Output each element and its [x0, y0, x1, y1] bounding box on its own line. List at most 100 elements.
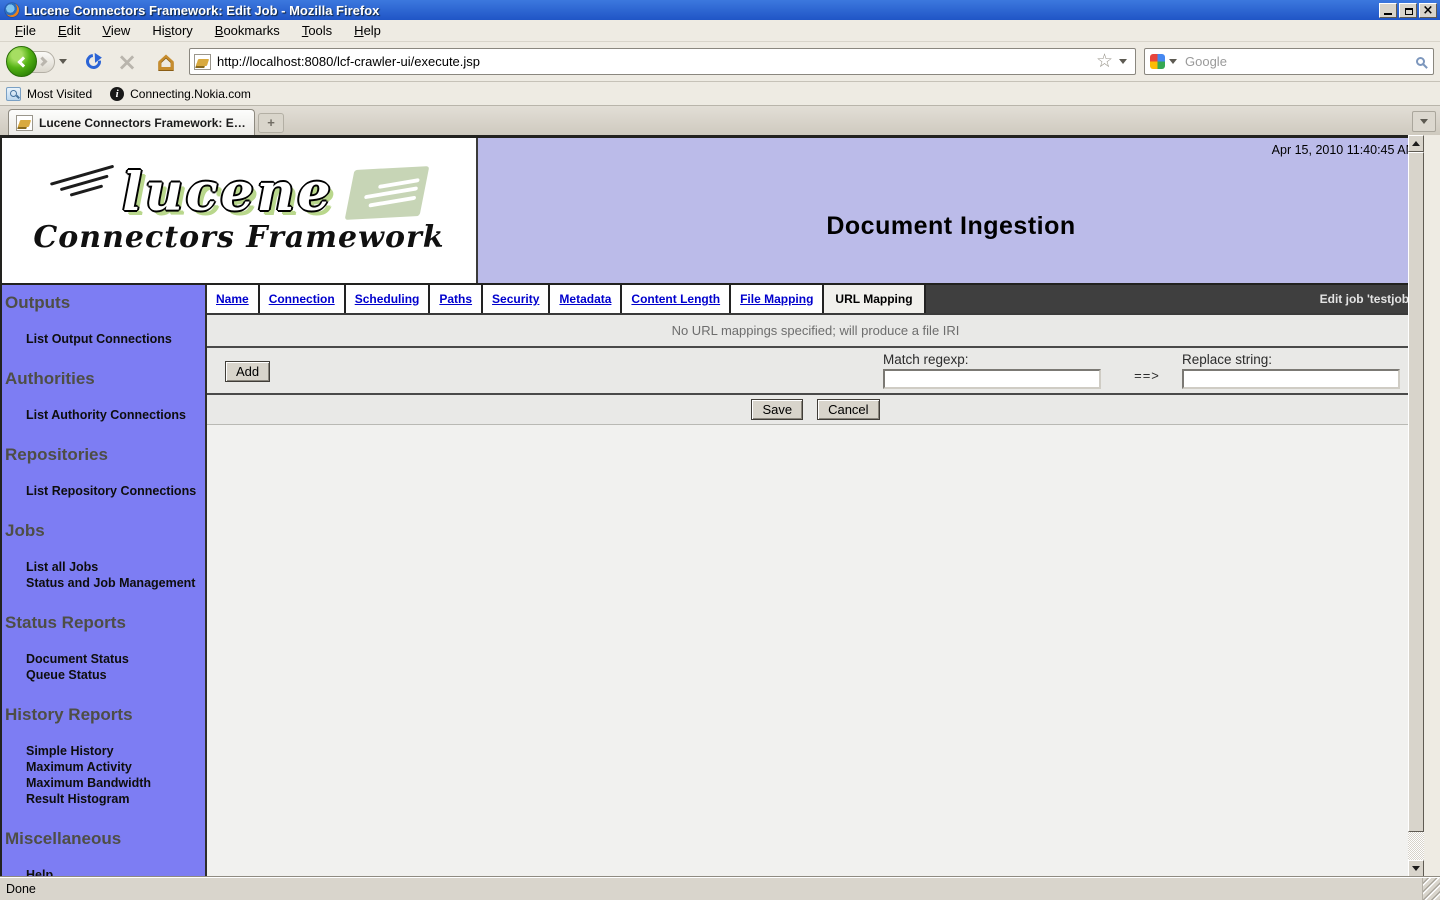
- window-titlebar: Lucene Connectors Framework: Edit Job - …: [0, 0, 1440, 20]
- sidebar-item-list-output-connections[interactable]: List Output Connections: [26, 331, 205, 347]
- tab-link[interactable]: Content Length: [631, 292, 720, 306]
- scrollbar-thumb[interactable]: [1408, 152, 1424, 832]
- back-icon: [17, 56, 28, 67]
- navigation-toolbar: × ⌂ ☆: [0, 42, 1440, 82]
- sidebar: OutputsList Output ConnectionsAuthoritie…: [2, 285, 207, 877]
- menu-view[interactable]: View: [91, 20, 141, 41]
- search-bar[interactable]: [1144, 48, 1434, 75]
- tab-metadata[interactable]: Metadata: [550, 285, 622, 313]
- sidebar-section-status-reports: Status Reports Document StatusQueue Statu…: [2, 612, 205, 683]
- sidebar-section-miscellaneous: MiscellaneousHelp: [2, 828, 205, 877]
- menu-history[interactable]: History: [141, 20, 203, 41]
- bookmark-star-icon[interactable]: ☆: [1096, 52, 1113, 71]
- search-engine-dropdown-icon[interactable]: [1169, 59, 1177, 64]
- tab-favicon: [16, 115, 33, 131]
- sidebar-item-simple-history[interactable]: Simple History: [26, 743, 205, 759]
- google-icon: [1150, 54, 1165, 69]
- lucene-logo: lucene Connectors Framework: [2, 138, 478, 283]
- match-regexp-group: Match regexp:: [883, 352, 1101, 389]
- sidebar-item-help[interactable]: Help: [26, 867, 205, 877]
- home-button[interactable]: ⌂: [151, 47, 181, 77]
- stop-button[interactable]: ×: [113, 48, 141, 76]
- match-regexp-input[interactable]: [883, 369, 1101, 389]
- new-tab-button[interactable]: +: [258, 113, 284, 133]
- sidebar-header: Authorities: [5, 368, 205, 390]
- site-favicon: [194, 54, 211, 70]
- sidebar-item-status-and-job-management[interactable]: Status and Job Management: [26, 575, 205, 591]
- close-button[interactable]: ×: [1419, 3, 1437, 18]
- tab-paths[interactable]: Paths: [430, 285, 483, 313]
- sidebar-item-queue-status[interactable]: Queue Status: [26, 667, 205, 683]
- save-cancel-row: Save Cancel: [207, 395, 1424, 425]
- sidebar-item-list-all-jobs[interactable]: List all Jobs: [26, 559, 205, 575]
- sidebar-header: History Reports: [5, 704, 205, 726]
- save-button[interactable]: Save: [751, 399, 803, 420]
- list-all-tabs-button[interactable]: [1412, 111, 1436, 132]
- replace-string-input[interactable]: [1182, 369, 1400, 389]
- back-button[interactable]: [6, 46, 37, 77]
- bookmark-label: Connecting.Nokia.com: [130, 87, 251, 101]
- status-text: Done: [6, 882, 36, 896]
- tab-link[interactable]: Scheduling: [355, 292, 420, 306]
- tab-scheduling[interactable]: Scheduling: [346, 285, 431, 313]
- page-viewport: lucene Connectors Framework Apr 15, 2010…: [0, 135, 1424, 877]
- search-input[interactable]: [1181, 54, 1416, 69]
- history-dropdown-icon[interactable]: [59, 59, 67, 64]
- sidebar-header: Status Reports: [5, 612, 205, 634]
- replace-string-group: Replace string:: [1182, 352, 1400, 389]
- tab-connection[interactable]: Connection: [260, 285, 346, 313]
- scrollbar-track[interactable]: [1408, 832, 1424, 860]
- menu-tools[interactable]: Tools: [291, 20, 343, 41]
- menu-file[interactable]: File: [4, 20, 47, 41]
- home-icon: ⌂: [157, 49, 176, 75]
- restore-button[interactable]: [1399, 3, 1417, 18]
- search-magnifier-icon[interactable]: [1416, 57, 1425, 66]
- menu-bookmarks[interactable]: Bookmarks: [204, 20, 291, 41]
- window-title: Lucene Connectors Framework: Edit Job - …: [24, 3, 1379, 18]
- add-button[interactable]: Add: [225, 361, 270, 382]
- replace-string-label: Replace string:: [1182, 352, 1400, 367]
- sidebar-item-list-repository-connections[interactable]: List Repository Connections: [26, 483, 205, 499]
- chevron-down-icon: [1420, 119, 1428, 124]
- scroll-down-button[interactable]: [1408, 860, 1424, 877]
- sidebar-item-maximum-activity[interactable]: Maximum Activity: [26, 759, 205, 775]
- tab-link[interactable]: Metadata: [559, 292, 611, 306]
- sidebar-item-document-status[interactable]: Document Status: [26, 651, 205, 667]
- scroll-up-button[interactable]: [1408, 135, 1424, 152]
- sidebar-item-maximum-bandwidth[interactable]: Maximum Bandwidth: [26, 775, 205, 791]
- url-input[interactable]: [211, 54, 1094, 69]
- tab-link[interactable]: Paths: [439, 292, 472, 306]
- tab-link[interactable]: File Mapping: [740, 292, 813, 306]
- bookmark-dropdown-icon[interactable]: [1119, 59, 1127, 64]
- sidebar-section-authorities: Authorities List Authority Connections: [2, 368, 205, 423]
- wing-icon: [50, 165, 119, 201]
- tab-security[interactable]: Security: [483, 285, 550, 313]
- minimize-button[interactable]: [1379, 3, 1397, 18]
- active-browser-tab[interactable]: Lucene Connectors Framework: Edit ...: [8, 109, 255, 135]
- bookmark-label: Most Visited: [27, 87, 92, 101]
- menu-edit[interactable]: Edit: [47, 20, 91, 41]
- tab-content-length[interactable]: Content Length: [622, 285, 731, 313]
- bookmark-most-visited[interactable]: Most Visited: [6, 87, 92, 101]
- sidebar-item-list-authority-connections[interactable]: List Authority Connections: [26, 407, 205, 423]
- menu-bar: FileEditViewHistoryBookmarksToolsHelp: [0, 20, 1440, 42]
- sidebar-header: Jobs: [5, 520, 205, 542]
- most-visited-icon: [6, 87, 21, 101]
- browser-window: Lucene Connectors Framework: Edit Job - …: [0, 0, 1440, 900]
- sidebar-item-result-histogram[interactable]: Result Histogram: [26, 791, 205, 807]
- menu-help[interactable]: Help: [343, 20, 392, 41]
- window-controls: ×: [1379, 3, 1437, 18]
- cancel-button[interactable]: Cancel: [817, 399, 879, 420]
- address-bar[interactable]: ☆: [189, 48, 1136, 75]
- tab-link[interactable]: Name: [216, 292, 249, 306]
- bookmark-nokia[interactable]: i Connecting.Nokia.com: [110, 87, 251, 101]
- vertical-scrollbar[interactable]: [1408, 135, 1424, 877]
- reload-button[interactable]: [79, 48, 107, 76]
- tab-link[interactable]: Connection: [269, 292, 335, 306]
- page-body: OutputsList Output ConnectionsAuthoritie…: [0, 285, 1424, 877]
- tab-name[interactable]: Name: [207, 285, 260, 313]
- tab-file-mapping[interactable]: File Mapping: [731, 285, 824, 313]
- resize-grip[interactable]: [1422, 878, 1440, 900]
- minimize-icon: [1384, 13, 1392, 15]
- tab-link[interactable]: Security: [492, 292, 539, 306]
